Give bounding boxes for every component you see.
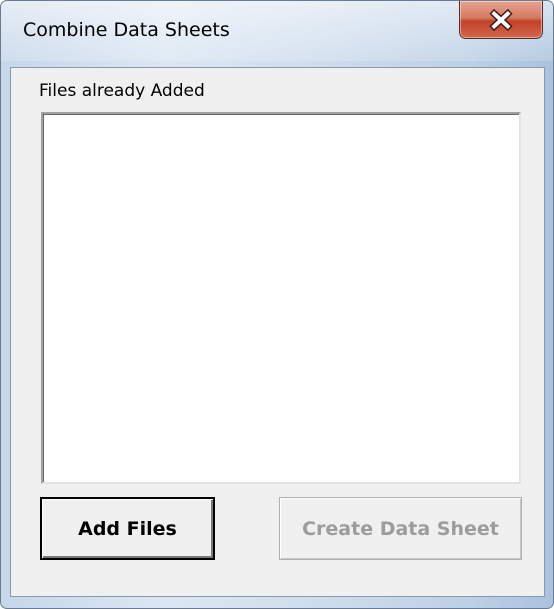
dialog-window: Combine Data Sheets Files already Added … (0, 0, 554, 609)
files-list-box[interactable] (41, 112, 521, 484)
close-icon (489, 8, 513, 32)
files-list-label: Files already Added (39, 81, 205, 101)
title-bar[interactable]: Combine Data Sheets (1, 1, 553, 61)
dialog-client-area: Files already Added Add Files Create Dat… (10, 67, 545, 597)
create-data-sheet-button[interactable]: Create Data Sheet (279, 497, 522, 560)
close-button[interactable] (459, 1, 543, 39)
add-files-button[interactable]: Add Files (40, 497, 215, 560)
window-title: Combine Data Sheets (23, 19, 230, 41)
